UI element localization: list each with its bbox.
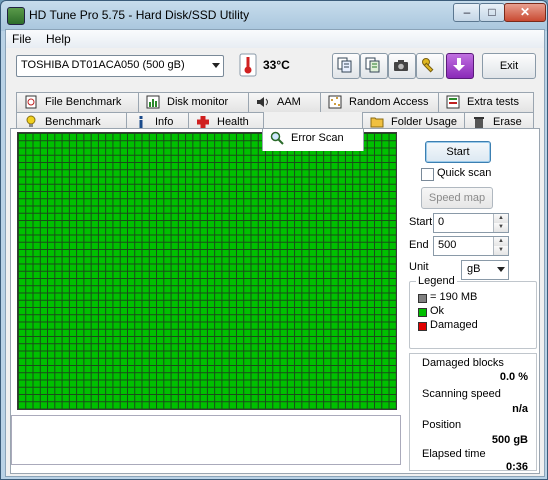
chevron-down-icon xyxy=(212,63,220,68)
tab-extra-tests[interactable]: Extra tests xyxy=(438,92,534,112)
disk-monitor-icon xyxy=(146,95,160,109)
close-button[interactable]: ✕ xyxy=(504,3,546,22)
app-window: HD Tune Pro 5.75 - Hard Disk/SSD Utility… xyxy=(0,0,548,480)
scan-log[interactable] xyxy=(11,415,401,465)
copy-info-button[interactable] xyxy=(332,53,360,79)
scanning-speed-value: n/a xyxy=(512,403,528,415)
magnifier-icon xyxy=(270,131,284,145)
damaged-blocks-label: Damaged blocks xyxy=(422,357,504,369)
quick-scan-checkbox[interactable] xyxy=(421,168,434,181)
options-button[interactable] xyxy=(416,53,444,79)
folder-icon xyxy=(370,117,384,128)
extra-tests-icon xyxy=(446,95,460,109)
speaker-icon xyxy=(257,97,268,107)
end-label: End xyxy=(409,239,429,251)
download-arrow-icon xyxy=(453,58,465,71)
exit-button[interactable]: Exit xyxy=(482,53,536,79)
window-title: HD Tune Pro 5.75 - Hard Disk/SSD Utility xyxy=(29,8,250,22)
start-label: Start xyxy=(409,216,433,228)
copy-all-icon xyxy=(365,57,380,73)
tab-random-access[interactable]: Random Access xyxy=(320,92,440,112)
screenshot-button[interactable] xyxy=(388,53,416,79)
position-value: 500 gB xyxy=(491,434,528,446)
block-map xyxy=(17,132,397,410)
legend-box: Legend = 190 MB Ok Damaged xyxy=(409,275,537,349)
spin-up-icon[interactable]: ▲ xyxy=(493,214,508,223)
spin-down-icon[interactable]: ▼ xyxy=(493,223,508,232)
start-value: 0 xyxy=(438,216,445,228)
lightbulb-icon xyxy=(26,115,36,127)
scan-controls: Start Quick scan Speed map Start 0 ▲ ▼ E… xyxy=(409,129,537,473)
legend-swatch-block xyxy=(418,294,427,303)
trash-icon xyxy=(474,117,484,128)
end-spinner[interactable]: 500 ▲ ▼ xyxy=(433,236,509,256)
health-cross-icon xyxy=(197,116,209,128)
thermometer-icon xyxy=(239,53,257,77)
quick-scan-label: Quick scan xyxy=(437,167,492,179)
maximize-button[interactable]: □ xyxy=(479,3,505,22)
save-button[interactable] xyxy=(446,53,474,79)
chevron-down-icon xyxy=(497,267,505,272)
camera-icon xyxy=(394,60,408,71)
scan-stats: Damaged blocks 0.0 % Scanning speed n/a … xyxy=(409,353,537,473)
unit-value: gB xyxy=(467,263,481,275)
end-value: 500 xyxy=(438,239,457,251)
damaged-blocks-value: 0.0 % xyxy=(499,371,528,383)
elapsed-time-value: 0:36 xyxy=(505,461,528,473)
legend-label-ok: Ok xyxy=(430,305,445,317)
elapsed-time-label: Elapsed time xyxy=(422,448,486,460)
toolbar: TOSHIBA DT01ACA050 (500 gB) 33°C Exit xyxy=(6,49,544,87)
menu-file[interactable]: File xyxy=(12,32,31,46)
legend-label-damaged: Damaged xyxy=(430,319,478,331)
copy-all-button[interactable] xyxy=(360,53,388,79)
spin-up-icon[interactable]: ▲ xyxy=(493,237,508,246)
tab-aam[interactable]: AAM xyxy=(248,92,322,112)
legend-swatch-damaged xyxy=(418,322,427,331)
file-benchmark-icon xyxy=(25,95,37,109)
speed-map-button[interactable]: Speed map xyxy=(421,187,493,209)
random-access-icon xyxy=(328,95,342,109)
wrench-icon xyxy=(422,58,434,73)
minimize-button[interactable]: – xyxy=(453,3,481,22)
temperature-readout: 33°C xyxy=(263,58,290,72)
title-bar[interactable]: HD Tune Pro 5.75 - Hard Disk/SSD Utility… xyxy=(1,1,547,29)
spin-down-icon[interactable]: ▼ xyxy=(493,246,508,255)
legend-swatch-ok xyxy=(418,308,427,317)
drive-select[interactable]: TOSHIBA DT01ACA050 (500 gB) xyxy=(16,55,224,77)
unit-select[interactable]: gB xyxy=(461,260,509,280)
scanning-speed-label: Scanning speed xyxy=(422,388,501,400)
start-scan-button[interactable]: Start xyxy=(425,141,491,163)
copy-icon xyxy=(337,57,352,73)
tab-disk-monitor[interactable]: Disk monitor xyxy=(138,92,250,112)
info-icon xyxy=(139,116,143,128)
error-scan-panel: Start Quick scan Speed map Start 0 ▲ ▼ E… xyxy=(10,128,540,474)
unit-label: Unit xyxy=(409,261,429,273)
menu-bar: File Help xyxy=(6,30,544,48)
position-label: Position xyxy=(422,419,462,431)
hd-tune-app-icon xyxy=(7,7,25,25)
legend-title: Legend xyxy=(416,275,457,287)
tab-file-benchmark[interactable]: File Benchmark xyxy=(16,92,140,112)
start-spinner[interactable]: 0 ▲ ▼ xyxy=(433,213,509,233)
client-area: File Help TOSHIBA DT01ACA050 (500 gB) 33… xyxy=(5,29,545,477)
tab-error-scan[interactable]: Error Scan xyxy=(262,128,364,151)
legend-label-block-size: = 190 MB xyxy=(430,291,478,303)
menu-help[interactable]: Help xyxy=(46,32,71,46)
drive-select-value: TOSHIBA DT01ACA050 (500 gB) xyxy=(21,59,185,71)
